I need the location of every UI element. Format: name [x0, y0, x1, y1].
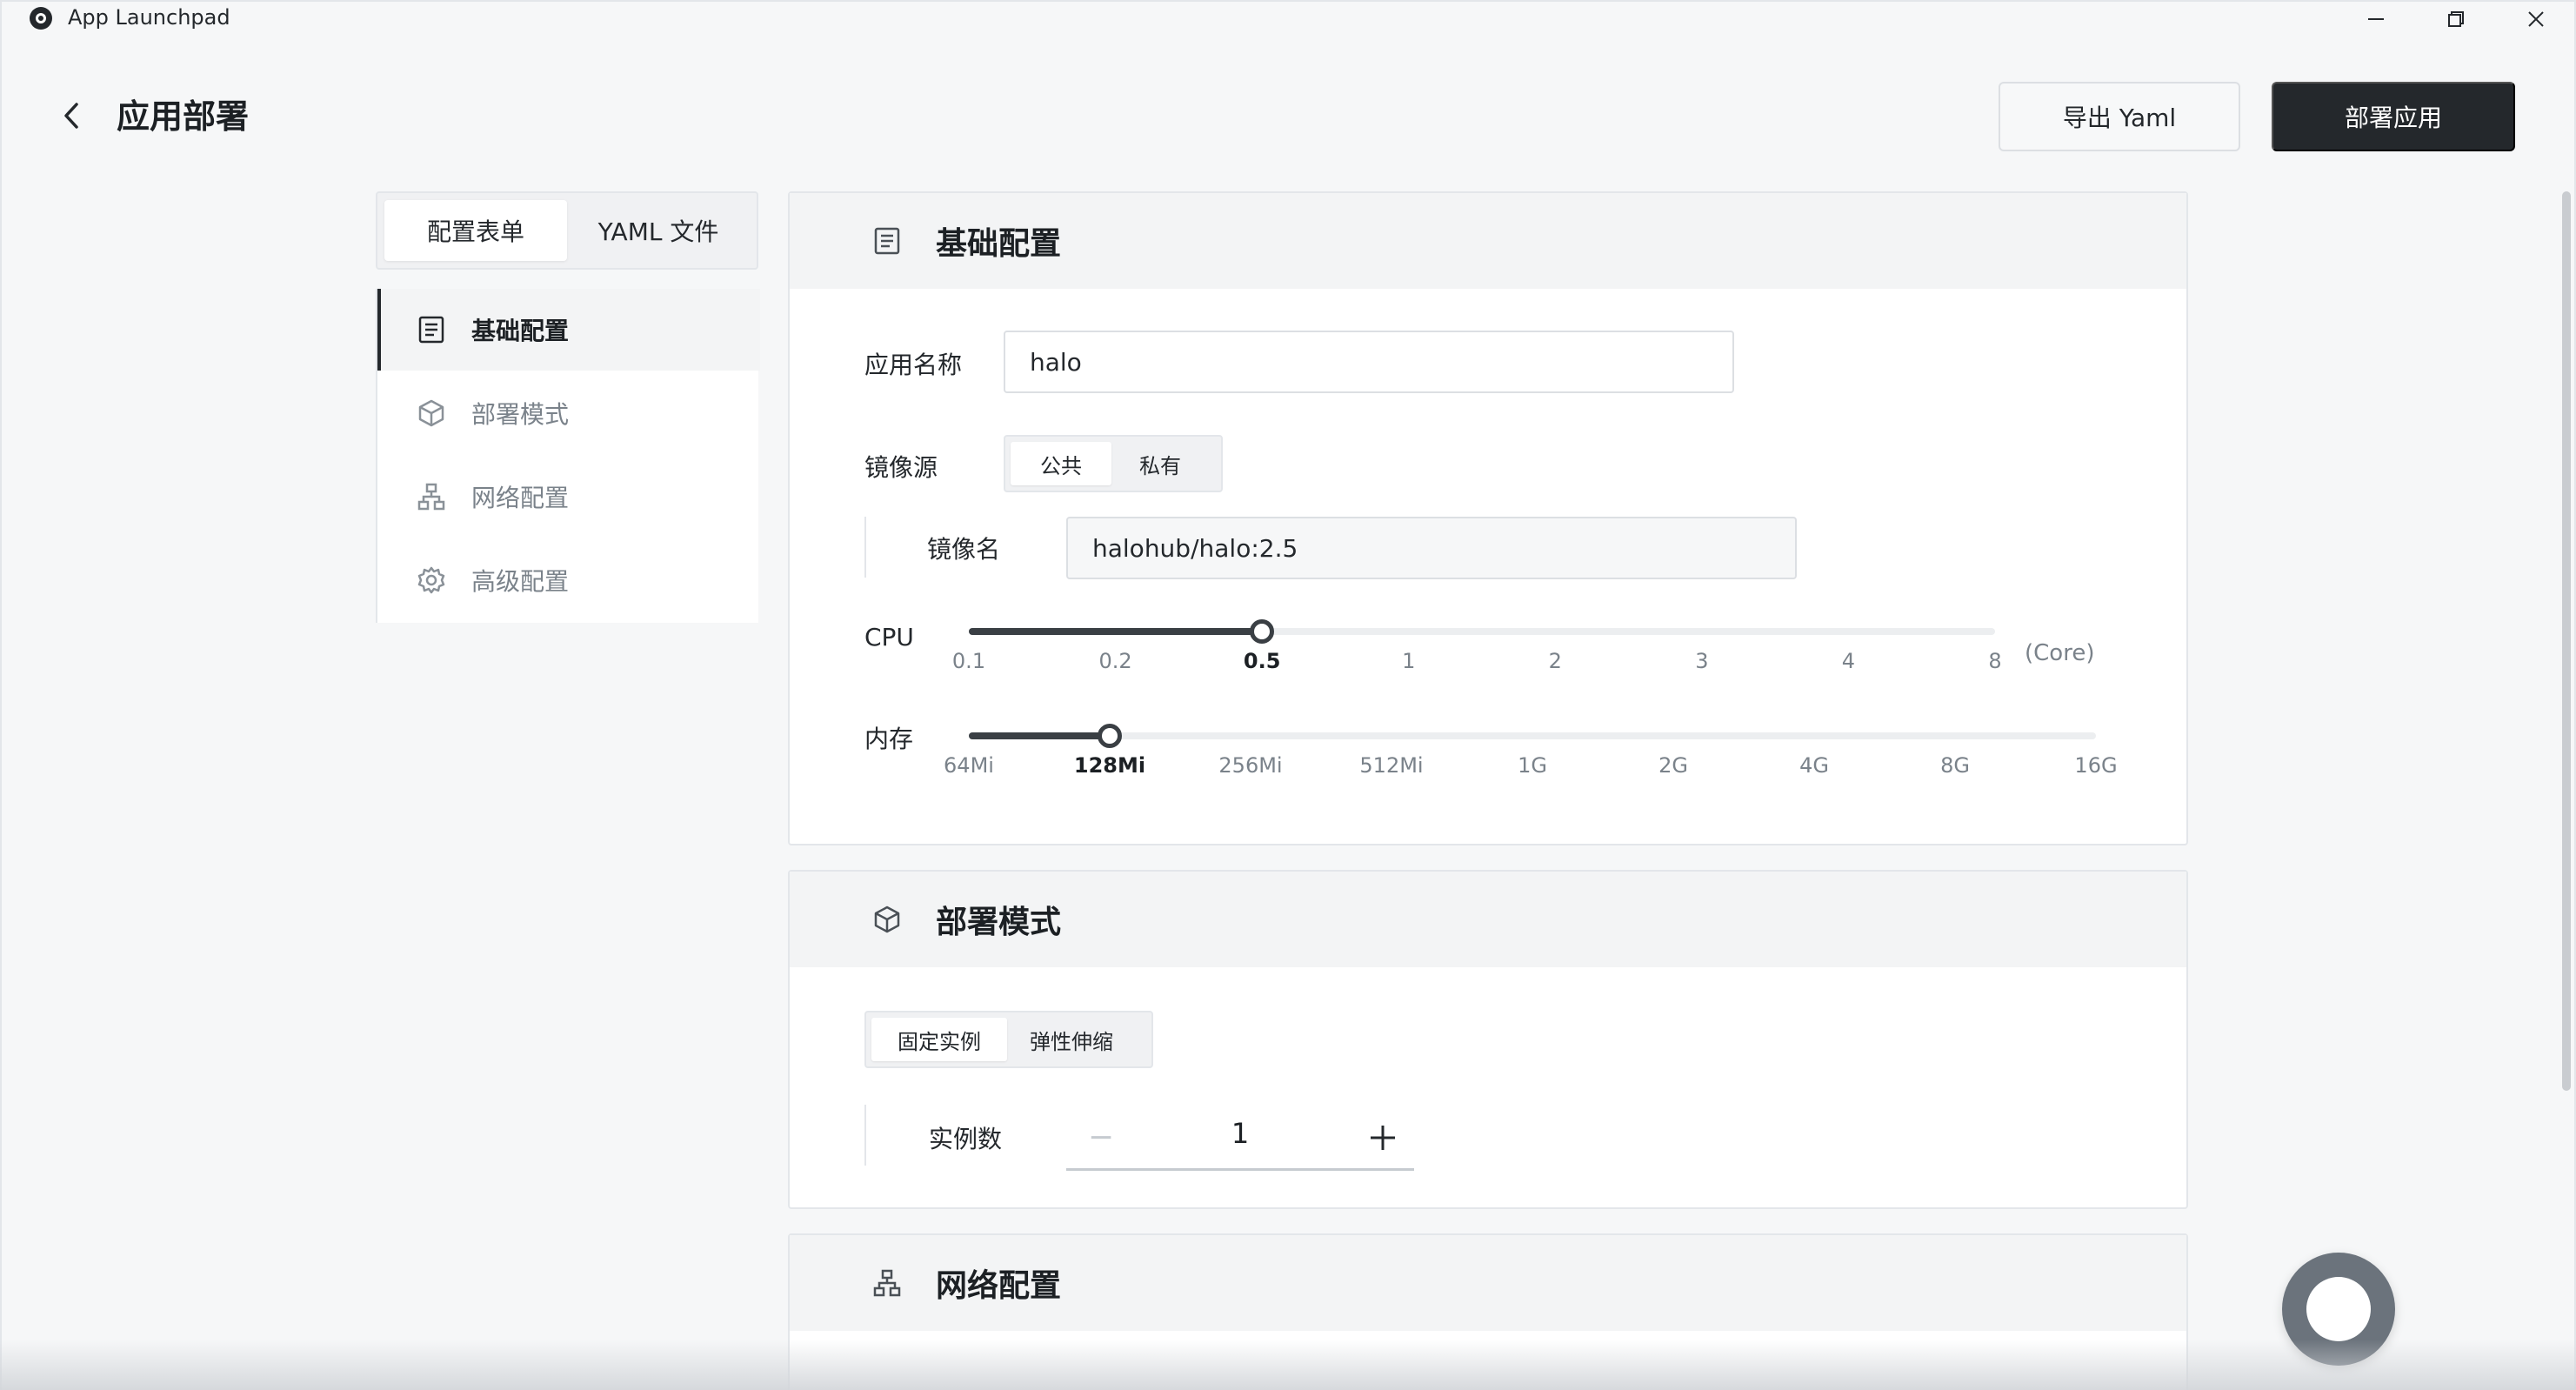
export-yaml-button[interactable]: 导出 Yaml	[1999, 82, 2240, 151]
image-name-label: 镜像名	[927, 535, 1001, 564]
network-icon	[870, 1266, 904, 1300]
sidebar-item-label: 部署模式	[471, 400, 570, 429]
memory-slider-tick-label[interactable]: 16G	[2074, 753, 2117, 778]
cpu-slider-tick-label[interactable]: 0.5	[1244, 649, 1281, 673]
card-title: 部署模式	[936, 905, 1062, 940]
replicas-label: 实例数	[929, 1125, 1003, 1153]
cpu-slider-thumb[interactable]	[1250, 619, 1275, 644]
memory-slider-tick-label[interactable]: 2G	[1658, 753, 1688, 778]
decrement-button[interactable]: −	[1084, 1120, 1118, 1155]
basic-config-card: 基础配置 应用名称 halo 镜像源 公共 私有 镜像名 halohub/hal…	[788, 191, 2188, 845]
memory-label: 内存	[864, 725, 914, 753]
app-name-input[interactable]: halo	[1004, 331, 1734, 393]
cube-icon	[414, 396, 449, 431]
card-title: 基础配置	[936, 226, 1062, 262]
network-icon	[414, 479, 449, 514]
image-source-label: 镜像源	[864, 453, 938, 482]
tab-config-form[interactable]: 配置表单	[384, 200, 567, 261]
sidebar-item-network[interactable]: 网络配置	[377, 456, 760, 538]
page-scrollbar[interactable]	[2562, 191, 2571, 1091]
sidebar-item-label: 高级配置	[471, 567, 570, 596]
form-mode-tabs: 配置表单 YAML 文件	[376, 191, 758, 270]
replicas-stepper: − 1	[1066, 1106, 1414, 1171]
memory-slider-track[interactable]	[969, 732, 2096, 739]
memory-slider-tick-label[interactable]: 256Mi	[1218, 753, 1282, 778]
memory-slider-tick-label[interactable]: 64Mi	[944, 753, 994, 778]
bottom-shadow	[0, 1340, 2576, 1390]
memory-slider-thumb[interactable]	[1098, 724, 1122, 748]
deploy-mode-card: 部署模式 固定实例 弹性伸缩 实例数 − 1	[788, 870, 2188, 1209]
back-button[interactable]	[50, 94, 94, 137]
sidebar-item-deploy-mode[interactable]: 部署模式	[377, 372, 760, 454]
cpu-slider-tick-label[interactable]: 0.2	[1098, 649, 1131, 673]
cpu-slider-tick-label[interactable]: 1	[1402, 649, 1415, 673]
app-name-label: 应用名称	[864, 351, 963, 379]
image-name-input[interactable]: halohub/halo:2.5	[1066, 517, 1797, 579]
card-title: 网络配置	[936, 1268, 1062, 1304]
replicas-value[interactable]: 1	[1205, 1117, 1275, 1150]
minimize-button[interactable]	[2350, 2, 2402, 37]
section-nav: 基础配置 部署模式 网络配置 高级配置	[376, 289, 760, 623]
card-header: 基础配置	[790, 193, 2186, 289]
increment-button[interactable]	[1365, 1120, 1400, 1155]
deploy-app-button[interactable]: 部署应用	[2272, 82, 2515, 151]
form-icon	[870, 224, 904, 258]
restore-icon	[2448, 11, 2464, 27]
deploy-mode-fixed[interactable]: 固定实例	[871, 1018, 1007, 1061]
memory-slider-tick-label[interactable]: 512Mi	[1359, 753, 1423, 778]
sidebar-item-label: 网络配置	[471, 484, 570, 512]
deploy-mode-toggle: 固定实例 弹性伸缩	[864, 1011, 1153, 1068]
title-bar: App Launchpad	[0, 0, 2576, 38]
help-ring-icon	[2306, 1277, 2371, 1341]
sidebar-item-label: 基础配置	[471, 317, 570, 345]
cpu-unit: (Core)	[2025, 640, 2095, 666]
cpu-slider-fill	[969, 628, 1263, 635]
cpu-label: CPU	[864, 623, 914, 652]
indent-line	[864, 517, 866, 578]
memory-slider-tick-label[interactable]: 8G	[1940, 753, 1970, 778]
restore-button[interactable]	[2430, 2, 2482, 37]
plus-icon	[1371, 1126, 1395, 1150]
sidebar-item-advanced[interactable]: 高级配置	[377, 539, 760, 621]
minimize-icon	[2368, 18, 2384, 20]
chevron-left-icon	[64, 103, 78, 129]
cpu-slider-tick-label[interactable]: 2	[1549, 649, 1562, 673]
tab-yaml-file[interactable]: YAML 文件	[567, 200, 750, 261]
sidebar-item-basic[interactable]: 基础配置	[377, 289, 760, 371]
image-source-private[interactable]: 私有	[1111, 442, 1209, 485]
memory-slider-tick-label[interactable]: 1G	[1518, 753, 1547, 778]
app-logo-icon	[30, 7, 52, 30]
cpu-slider-tick-label[interactable]: 8	[1988, 649, 2001, 673]
cube-icon	[870, 902, 904, 937]
image-source-toggle: 公共 私有	[1004, 435, 1223, 492]
indent-line	[864, 1105, 866, 1166]
memory-slider-fill	[969, 732, 1110, 739]
deploy-mode-autoscale[interactable]: 弹性伸缩	[1007, 1018, 1136, 1061]
close-icon	[2528, 11, 2544, 27]
cpu-slider-tick-label[interactable]: 4	[1842, 649, 1855, 673]
cpu-slider-tick-label[interactable]: 3	[1695, 649, 1708, 673]
memory-slider-tick-label[interactable]: 128Mi	[1074, 753, 1145, 778]
window-title: App Launchpad	[68, 5, 230, 30]
memory-slider-tick-label[interactable]: 4G	[1799, 753, 1829, 778]
card-header: 部署模式	[790, 872, 2186, 967]
form-icon	[414, 312, 449, 347]
close-button[interactable]	[2510, 2, 2562, 37]
gear-icon	[414, 563, 449, 598]
cpu-slider-tick-label[interactable]: 0.1	[952, 649, 985, 673]
card-header: 网络配置	[790, 1235, 2186, 1331]
page-title: 应用部署	[117, 97, 250, 136]
image-source-public[interactable]: 公共	[1011, 442, 1111, 485]
